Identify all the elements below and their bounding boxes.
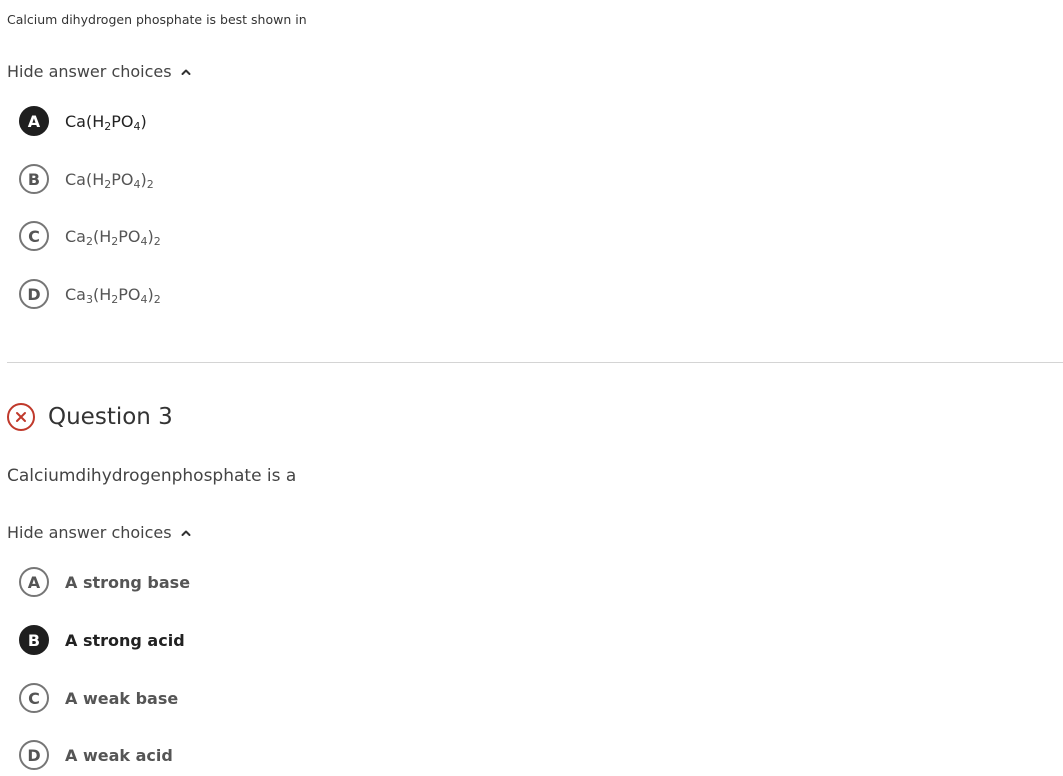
q3-choice-b[interactable]: B A strong acid: [19, 623, 185, 657]
x-circle-icon: [7, 403, 35, 431]
q3-choice-c-badge: C: [19, 683, 49, 713]
q3-choice-c[interactable]: C A weak base: [19, 681, 178, 715]
q2-choice-a-label: Ca(H2PO4): [65, 111, 147, 133]
q3-choice-a[interactable]: A A strong base: [19, 565, 190, 599]
q2-hide-answer-choices-toggle[interactable]: Hide answer choices: [7, 62, 192, 81]
q3-choice-b-label: A strong acid: [65, 630, 185, 650]
q3-choice-d-label: A weak acid: [65, 745, 173, 765]
q2-choice-b-badge: B: [19, 164, 49, 194]
q2-prompt: Calcium dihydrogen phosphate is best sho…: [7, 12, 307, 27]
q2-choice-d-badge: D: [19, 279, 49, 309]
q2-choice-a[interactable]: A Ca(H2PO4): [19, 104, 147, 138]
question-divider: [7, 362, 1063, 363]
q3-choice-b-badge: B: [19, 625, 49, 655]
chevron-up-icon: [180, 66, 192, 78]
q3-prompt: Calciumdihydrogenphosphate is a: [7, 466, 297, 486]
q2-choice-b[interactable]: B Ca(H2PO4)2: [19, 162, 154, 196]
q3-header: Question 3: [7, 403, 173, 431]
q2-choice-d-label: Ca3(H2PO4)2: [65, 284, 161, 306]
q3-choice-d-badge: D: [19, 740, 49, 770]
q2-choice-b-label: Ca(H2PO4)2: [65, 169, 154, 191]
q3-title: Question 3: [48, 404, 173, 430]
q2-toggle-label: Hide answer choices: [7, 62, 172, 81]
q3-toggle-label: Hide answer choices: [7, 523, 172, 542]
q3-choice-d[interactable]: D A weak acid: [19, 738, 173, 772]
q2-choice-c[interactable]: C Ca2(H2PO4)2: [19, 219, 161, 253]
q2-choice-c-label: Ca2(H2PO4)2: [65, 226, 161, 248]
q2-choice-d[interactable]: D Ca3(H2PO4)2: [19, 277, 161, 311]
q2-choice-a-badge: A: [19, 106, 49, 136]
q3-choice-a-label: A strong base: [65, 572, 191, 592]
q3-choice-c-label: A weak base: [65, 688, 179, 708]
q3-hide-answer-choices-toggle[interactable]: Hide answer choices: [7, 523, 192, 542]
chevron-up-icon: [180, 527, 192, 539]
q2-choice-c-badge: C: [19, 221, 49, 251]
q3-choice-a-badge: A: [19, 567, 49, 597]
